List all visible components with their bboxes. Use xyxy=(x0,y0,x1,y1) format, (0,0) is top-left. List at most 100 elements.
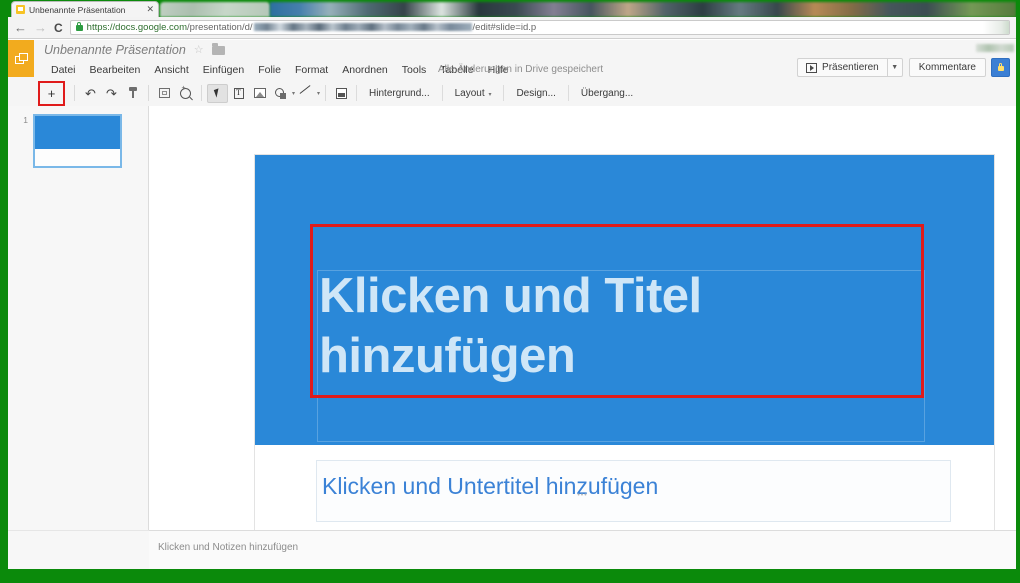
browser-window: Unbenannte Präsentation ✕ ← → C https://… xyxy=(8,0,1016,569)
background-button[interactable]: Hintergrund... xyxy=(361,85,438,102)
document-title-row: Unbenannte Präsentation ☆ xyxy=(44,43,225,57)
menu-folie[interactable]: Folie xyxy=(251,62,288,78)
browser-toolbar: ← → C https://docs.google.com/presentati… xyxy=(8,17,1016,39)
star-icon[interactable]: ☆ xyxy=(194,44,204,56)
fit-to-screen-button[interactable] xyxy=(154,84,175,103)
line-dropdown-arrow-icon[interactable]: ▾ xyxy=(317,90,320,97)
workspace: 1 Klicken und Titel hinzufügen Klicken u… xyxy=(8,106,1016,569)
document-title[interactable]: Unbenannte Präsentation xyxy=(44,43,186,57)
browser-tabstrip: Unbenannte Präsentation ✕ xyxy=(8,0,1016,17)
menu-format[interactable]: Format xyxy=(288,62,335,78)
menu-einfuegen[interactable]: Einfügen xyxy=(196,62,251,78)
screen-recording-frame: Unbenannte Präsentation ✕ ← → C https://… xyxy=(0,0,1020,583)
layout-button-label: Layout xyxy=(454,87,485,99)
account-area-obscured xyxy=(976,44,1014,52)
title-placeholder-text[interactable]: Klicken und Titel hinzufügen xyxy=(319,267,934,387)
comment-button[interactable] xyxy=(331,84,352,103)
menu-bearbeiten[interactable]: Bearbeiten xyxy=(83,62,148,78)
new-slide-button[interactable]: + xyxy=(41,84,62,103)
menu-ansicht[interactable]: Ansicht xyxy=(147,62,195,78)
toolbar-divider xyxy=(356,85,358,101)
google-slides-app: Unbenannte Präsentation ☆ Datei Bearbeit… xyxy=(8,40,1016,569)
toolbar-divider xyxy=(74,85,75,101)
toolbar-divider xyxy=(201,85,202,101)
folder-icon[interactable] xyxy=(211,43,225,55)
menu-tools[interactable]: Tools xyxy=(395,62,434,78)
speaker-notes-placeholder: Klicken und Notizen hinzufügen xyxy=(158,542,299,553)
menu-datei[interactable]: Datei xyxy=(44,62,83,78)
slide-filmstrip: 1 xyxy=(8,106,149,569)
url-domain: https://docs.google.com xyxy=(86,21,188,33)
browser-tabs-obscured xyxy=(270,2,1016,17)
docs-header: Unbenannte Präsentation ☆ Datei Bearbeit… xyxy=(8,40,1016,81)
url-overflow-fade xyxy=(983,21,1009,34)
shape-icon xyxy=(275,87,286,99)
layout-dropdown-arrow-icon: ▾ xyxy=(488,91,492,98)
textbox-icon: T xyxy=(233,87,244,99)
image-icon xyxy=(253,88,266,98)
tab-title: Unbenannte Präsentation xyxy=(29,4,126,15)
secure-lock-icon xyxy=(75,22,83,31)
line-tool-button[interactable] xyxy=(295,84,316,103)
theme-button[interactable]: Design... xyxy=(508,85,563,102)
reload-icon[interactable]: C xyxy=(54,22,63,34)
select-tool-button[interactable] xyxy=(207,83,228,103)
new-slide-highlight-box: + xyxy=(38,80,65,106)
address-bar[interactable]: https://docs.google.com/presentation/d/ /… xyxy=(69,20,1010,35)
browser-tab-active[interactable]: Unbenannte Präsentation ✕ xyxy=(11,1,159,17)
toolbar-divider xyxy=(148,85,149,101)
url-path-start: /presentation/d/ xyxy=(187,21,253,33)
lock-icon xyxy=(997,62,1004,71)
share-button[interactable] xyxy=(991,58,1010,77)
header-actions: Präsentieren ▼ Kommentare xyxy=(797,58,1010,77)
comment-icon xyxy=(336,87,348,99)
back-icon[interactable]: ← xyxy=(14,21,27,34)
paint-format-button[interactable] xyxy=(122,84,143,103)
url-path-end: /edit#slide=id.p xyxy=(472,21,537,33)
present-options-button[interactable]: ▼ xyxy=(886,58,903,77)
play-icon xyxy=(806,62,818,73)
menu-anordnen[interactable]: Anordnen xyxy=(335,62,395,78)
save-status: Alle Änderungen in Drive gespeichert xyxy=(438,64,604,75)
filmstrip-footer xyxy=(8,530,149,569)
zoom-button[interactable] xyxy=(175,84,196,103)
shape-tool-button[interactable] xyxy=(270,84,291,103)
thumbnail-body-band xyxy=(35,149,120,166)
redo-icon: ↷ xyxy=(106,85,117,101)
undo-button[interactable]: ↶ xyxy=(80,84,101,103)
browser-tab-inactive[interactable] xyxy=(160,2,270,17)
subtitle-placeholder-text[interactable]: Klicken und Untertitel hinzufügen xyxy=(322,473,658,501)
google-slides-logo-icon[interactable] xyxy=(8,40,34,77)
forward-icon[interactable]: → xyxy=(34,21,47,34)
undo-icon: ↶ xyxy=(85,85,96,101)
slides-favicon-icon xyxy=(16,5,25,14)
cursor-icon xyxy=(213,88,222,98)
slides-toolbar: + ↶ ↷ T ▾ ▾ Hintergrund... xyxy=(8,80,1016,107)
present-button[interactable]: Präsentieren xyxy=(797,58,887,77)
fit-to-screen-icon xyxy=(159,88,170,98)
url-text: https://docs.google.com/presentation/d/ /… xyxy=(87,23,537,33)
slide-canvas[interactable]: Klicken und Titel hinzufügen Klicken und… xyxy=(255,155,994,569)
line-icon xyxy=(300,88,312,99)
speaker-notes-pane[interactable]: Klicken und Notizen hinzufügen xyxy=(149,530,1016,569)
toolbar-divider xyxy=(503,85,505,101)
url-redacted-segment xyxy=(253,23,472,32)
filmstrip-slide-1[interactable]: 1 xyxy=(20,114,122,168)
toolbar-divider xyxy=(567,85,569,101)
thumbnail-title-band xyxy=(35,116,120,149)
slide-number: 1 xyxy=(23,115,28,125)
paint-format-icon xyxy=(128,87,138,99)
toolbar-divider xyxy=(441,85,443,101)
slide-thumbnail[interactable] xyxy=(33,114,122,168)
redo-button[interactable]: ↷ xyxy=(101,84,122,103)
close-icon[interactable]: ✕ xyxy=(146,5,154,14)
notes-drag-handle[interactable]: ••• xyxy=(577,492,587,499)
comments-button[interactable]: Kommentare xyxy=(908,58,986,77)
zoom-icon xyxy=(180,85,191,99)
transition-button[interactable]: Übergang... xyxy=(573,85,641,102)
layout-button[interactable]: Layout ▾ xyxy=(447,85,500,102)
present-button-label: Präsentieren xyxy=(822,62,879,73)
image-tool-button[interactable] xyxy=(249,84,270,103)
toolbar-divider xyxy=(325,85,327,101)
textbox-tool-button[interactable]: T xyxy=(228,84,249,103)
